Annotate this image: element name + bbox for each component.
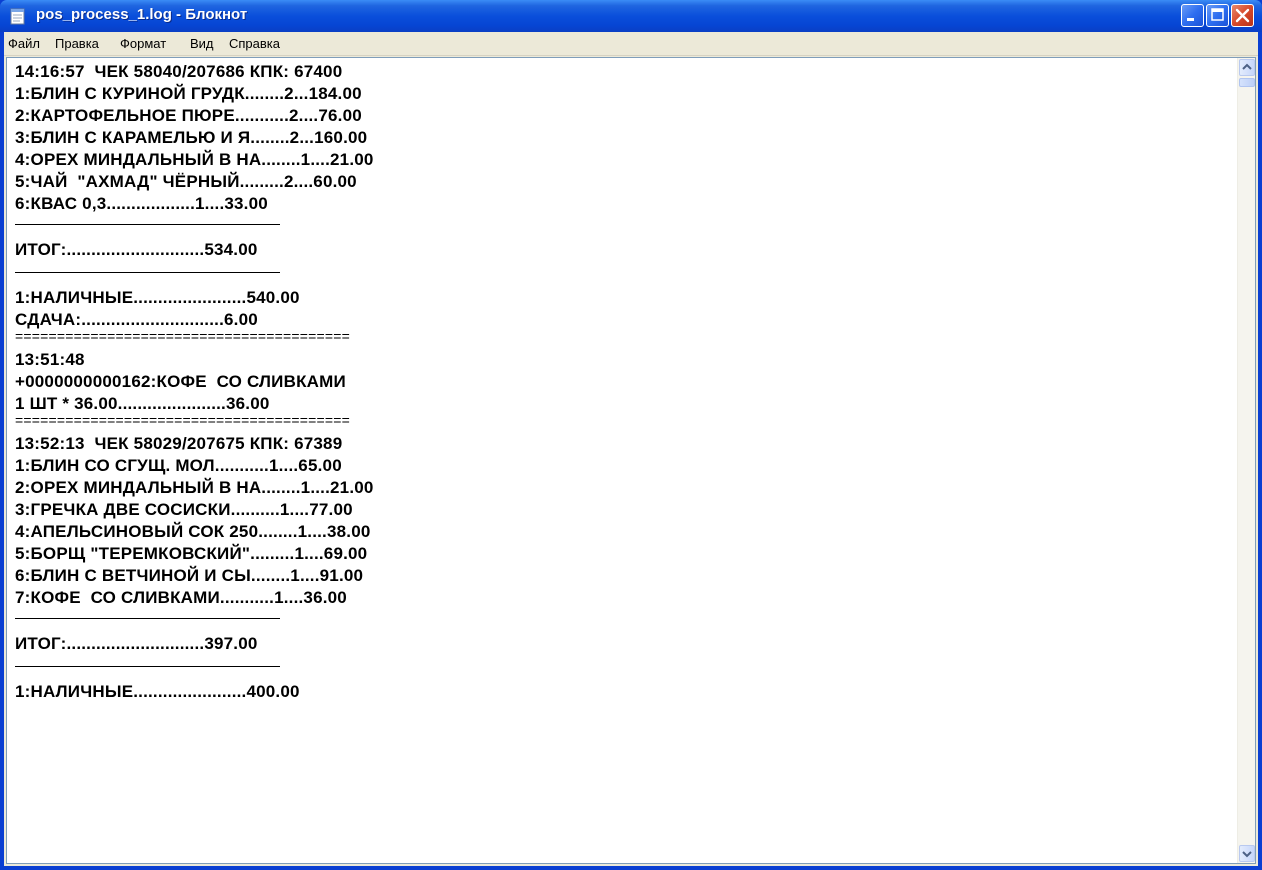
text-line: 13:51:48 — [15, 350, 85, 369]
chevron-down-icon — [1242, 851, 1252, 858]
menu-view[interactable]: Вид — [190, 36, 214, 51]
text-line: 4:АПЕЛЬСИНОВЫЙ СОК 250........1....38.00 — [15, 522, 371, 541]
vertical-scrollbar[interactable] — [1237, 58, 1255, 863]
maximize-icon — [1211, 8, 1224, 21]
notepad-window: pos_process_1.log - Блокнот Файл Правка … — [0, 0, 1262, 870]
text-line: 1:БЛИН С КУРИНОЙ ГРУДК........2...184.00 — [15, 84, 362, 103]
text-line: 1:НАЛИЧНЫЕ.......................540.00 — [15, 288, 300, 307]
text-line: ======================================== — [15, 412, 351, 428]
close-button[interactable] — [1231, 4, 1254, 27]
minimize-button[interactable] — [1181, 4, 1204, 27]
separator-line — [15, 224, 280, 225]
scroll-up-button[interactable] — [1239, 59, 1255, 76]
text-line: ======================================== — [15, 328, 351, 344]
text-line: 6:БЛИН С ВЕТЧИНОЙ И СЫ........1....91.00 — [15, 566, 364, 585]
text-line: 3:ГРЕЧКА ДВЕ СОСИСКИ..........1....77.00 — [15, 500, 353, 519]
text-line: 2:КАРТОФЕЛЬНОЕ ПЮРЕ...........2....76.00 — [15, 106, 362, 125]
notepad-icon[interactable] — [10, 8, 26, 25]
window-title: pos_process_1.log - Блокнот — [36, 6, 248, 23]
minimize-icon — [1187, 18, 1194, 21]
separator-line — [15, 272, 280, 273]
text-line: 5:ЧАЙ "АХМАД" ЧЁРНЫЙ.........2....60.00 — [15, 172, 357, 191]
chevron-up-icon — [1242, 63, 1252, 70]
close-icon — [1235, 8, 1250, 23]
menu-help[interactable]: Справка — [229, 36, 280, 51]
window-frame: Файл Правка Формат Вид Справка 14:16:57 … — [4, 32, 1258, 866]
text-line: 5:БОРЩ "ТЕРЕМКОВСКИЙ".........1....69.00 — [15, 544, 368, 563]
text-line: 3:БЛИН С КАРАМЕЛЬЮ И Я........2...160.00 — [15, 128, 368, 147]
menu-edit[interactable]: Правка — [55, 36, 99, 51]
separator-line — [15, 666, 280, 667]
scroll-thumb[interactable] — [1239, 78, 1255, 87]
menu-format[interactable]: Формат — [120, 36, 166, 51]
text-line: 14:16:57 ЧЕК 58040/207686 КПК: 67400 — [15, 62, 343, 81]
text-content[interactable]: 14:16:57 ЧЕК 58040/207686 КПК: 67400 1:Б… — [15, 61, 1220, 861]
text-line: 7:КОФЕ СО СЛИВКАМИ...........1....36.00 — [15, 588, 347, 607]
text-line: 1:БЛИН СО СГУЩ. МОЛ...........1....65.00 — [15, 456, 342, 475]
text-editor[interactable]: 14:16:57 ЧЕК 58040/207686 КПК: 67400 1:Б… — [6, 57, 1256, 864]
menu-file[interactable]: Файл — [8, 36, 40, 51]
text-line: 1:НАЛИЧНЫЕ.......................400.00 — [15, 682, 300, 701]
text-line: 6:КВАС 0,3..................1....33.00 — [15, 194, 268, 213]
scroll-down-button[interactable] — [1239, 845, 1255, 862]
text-line: 13:52:13 ЧЕК 58029/207675 КПК: 67389 — [15, 434, 343, 453]
text-line: ИТОГ:............................397.00 — [15, 634, 258, 653]
text-line: 4:ОРЕХ МИНДАЛЬНЫЙ В НА........1....21.00 — [15, 150, 374, 169]
text-line: 2:ОРЕХ МИНДАЛЬНЫЙ В НА........1....21.00 — [15, 478, 374, 497]
text-line: +0000000000162:КОФЕ СО СЛИВКАМИ — [15, 372, 346, 391]
menu-bar: Файл Правка Формат Вид Справка — [4, 32, 1258, 56]
text-line: ИТОГ:............................534.00 — [15, 240, 258, 259]
maximize-button[interactable] — [1206, 4, 1229, 27]
title-bar[interactable]: pos_process_1.log - Блокнот — [0, 0, 1262, 32]
separator-line — [15, 618, 280, 619]
